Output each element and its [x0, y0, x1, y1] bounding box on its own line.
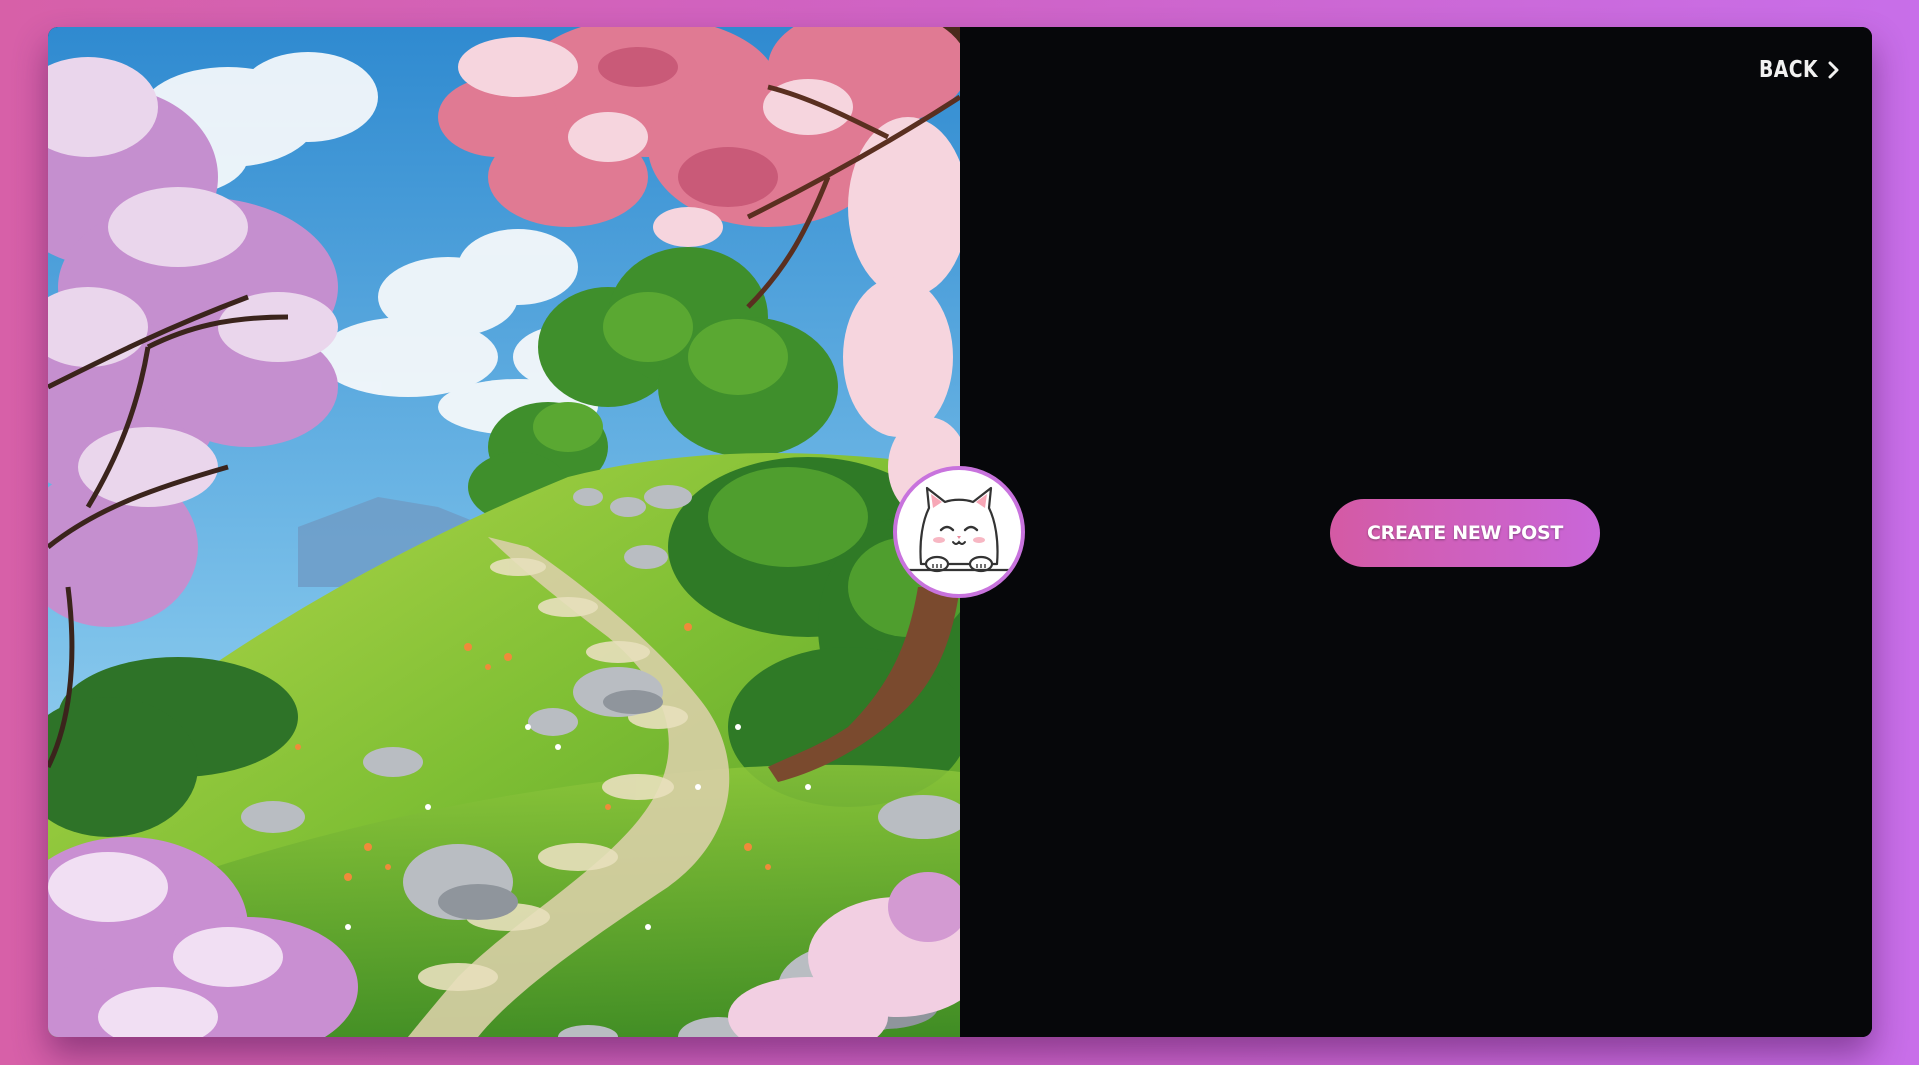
back-label: BACK	[1758, 57, 1818, 83]
cat-avatar-icon	[893, 466, 1025, 598]
back-link[interactable]: BACK	[1746, 57, 1840, 83]
create-new-post-button[interactable]: CREATE NEW POST	[1330, 499, 1600, 567]
content-panel: BACK CREATE NEW POST	[960, 27, 1872, 1037]
hero-illustration	[48, 27, 960, 1037]
chevron-right-icon	[1828, 60, 1840, 80]
